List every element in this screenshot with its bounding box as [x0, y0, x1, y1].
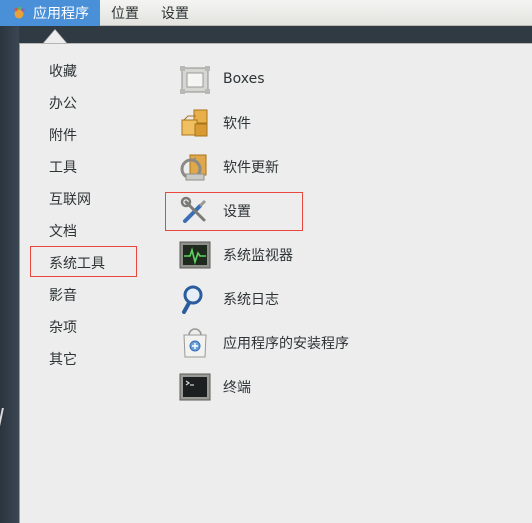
- system-monitor-icon: [179, 241, 211, 269]
- app-item-app-installer[interactable]: 应用程序的安装程序: [178, 321, 349, 365]
- settings-menu-button[interactable]: 设置: [150, 0, 200, 26]
- app-item-software[interactable]: 软件: [178, 101, 349, 145]
- app-item-boxes[interactable]: Boxes: [178, 57, 349, 101]
- desktop-background: [0, 26, 19, 523]
- category-sundry[interactable]: 杂项: [49, 312, 105, 344]
- category-documents[interactable]: 文档: [49, 216, 105, 248]
- application-list: Boxes 软件 软件更新 设置 系统监视器 系统日志 应用程序的安装程序 终端: [178, 57, 349, 409]
- category-list: 收藏 办公 附件 工具 互联网 文档 系统工具 影音 杂项 其它: [49, 56, 105, 376]
- category-internet[interactable]: 互联网: [49, 184, 105, 216]
- menu-pointer: [44, 30, 66, 43]
- category-accessories[interactable]: 附件: [49, 120, 105, 152]
- app-item-software-update[interactable]: 软件更新: [178, 145, 349, 189]
- category-favorites[interactable]: 收藏: [49, 56, 105, 88]
- top-bar: 应用程序 位置 设置: [0, 0, 532, 26]
- category-office[interactable]: 办公: [49, 88, 105, 120]
- system-log-icon: [182, 285, 203, 314]
- app-item-system-monitor[interactable]: 系统监视器: [178, 233, 349, 277]
- app-installer-icon: [183, 328, 207, 358]
- places-menu-button[interactable]: 位置: [100, 0, 150, 26]
- category-sound-video[interactable]: 影音: [49, 280, 105, 312]
- gnome-foot-icon: [14, 6, 25, 18]
- applications-menu-label: 应用程序: [33, 5, 89, 22]
- app-item-terminal[interactable]: 终端: [178, 365, 349, 409]
- software-update-icon: [180, 154, 207, 181]
- software-icon: [181, 109, 208, 137]
- app-label-software-update: 软件更新: [223, 160, 279, 176]
- terminal-icon: [179, 373, 211, 401]
- background-glyph: [0, 408, 8, 426]
- app-label-app-installer: 应用程序的安装程序: [223, 336, 349, 352]
- app-label-software: 软件: [223, 116, 251, 132]
- app-label-system-monitor: 系统监视器: [223, 248, 293, 264]
- category-highlight-box: [30, 246, 137, 277]
- category-other[interactable]: 其它: [49, 344, 105, 376]
- boxes-icon: [180, 66, 210, 94]
- settings-menu-label: 设置: [161, 5, 189, 22]
- app-label-system-log: 系统日志: [223, 292, 279, 308]
- app-item-system-log[interactable]: 系统日志: [178, 277, 349, 321]
- places-menu-label: 位置: [111, 5, 139, 22]
- app-highlight-box: [165, 192, 303, 231]
- category-tools[interactable]: 工具: [49, 152, 105, 184]
- app-label-terminal: 终端: [223, 380, 251, 396]
- app-label-boxes: Boxes: [223, 71, 265, 87]
- applications-menu-button[interactable]: 应用程序: [0, 0, 100, 26]
